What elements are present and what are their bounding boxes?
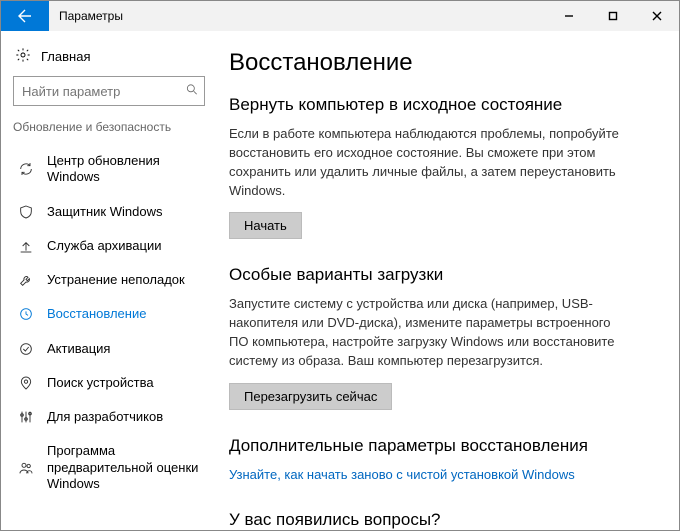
sidebar-item-activation[interactable]: Активация (13, 332, 205, 366)
search-input[interactable] (13, 76, 205, 106)
sidebar-item-windows-update[interactable]: Центр обновления Windows (13, 144, 205, 195)
sidebar-item-defender[interactable]: Защитник Windows (13, 195, 205, 229)
section-reset: Вернуть компьютер в исходное состояние Е… (229, 95, 653, 239)
section-heading: Особые варианты загрузки (229, 265, 653, 285)
back-button[interactable] (1, 1, 49, 31)
section-heading: Дополнительные параметры восстановления (229, 436, 653, 456)
close-button[interactable] (635, 1, 679, 31)
section-label: Обновление и безопасность (13, 120, 205, 134)
sidebar-item-find-device[interactable]: Поиск устройства (13, 366, 205, 400)
titlebar: Параметры (1, 1, 679, 31)
maximize-icon (608, 11, 618, 21)
sidebar-item-label: Поиск устройства (47, 375, 201, 391)
sidebar-item-label: Активация (47, 341, 201, 357)
content[interactable]: Восстановление Вернуть компьютер в исход… (217, 31, 679, 530)
close-icon (652, 11, 662, 21)
sidebar-item-label: Служба архивации (47, 238, 201, 254)
section-heading: Вернуть компьютер в исходное состояние (229, 95, 653, 115)
backup-arrow-icon (17, 238, 35, 254)
clock-history-icon (17, 306, 35, 322)
shield-icon (17, 204, 35, 220)
sliders-icon (17, 409, 35, 425)
sidebar: Главная Обновление и безопасность Центр … (1, 31, 217, 530)
sidebar-item-label: Защитник Windows (47, 204, 201, 220)
section-questions: У вас появились вопросы? Вызов справки (229, 510, 653, 530)
minimize-button[interactable] (547, 1, 591, 31)
search-box (13, 76, 205, 106)
home-label: Главная (41, 49, 90, 64)
window-controls (547, 1, 679, 31)
update-sync-icon (17, 161, 35, 177)
minimize-icon (564, 11, 574, 21)
body: Главная Обновление и безопасность Центр … (1, 31, 679, 530)
sidebar-item-recovery[interactable]: Восстановление (13, 297, 205, 331)
fresh-start-link[interactable]: Узнайте, как начать заново с чистой уста… (229, 467, 575, 482)
sidebar-item-label: Устранение неполадок (47, 272, 201, 288)
window-title: Параметры (49, 1, 133, 31)
reset-start-button[interactable]: Начать (229, 212, 302, 239)
section-body: Запустите систему с устройства или диска… (229, 295, 619, 370)
sidebar-item-label: Для разработчиков (47, 409, 201, 425)
wrench-icon (17, 272, 35, 288)
sidebar-item-developers[interactable]: Для разработчиков (13, 400, 205, 434)
section-advanced-startup: Особые варианты загрузки Запустите систе… (229, 265, 653, 409)
sidebar-item-troubleshoot[interactable]: Устранение неполадок (13, 263, 205, 297)
page-title: Восстановление (229, 49, 653, 77)
section-more-recovery: Дополнительные параметры восстановления … (229, 436, 653, 484)
gear-icon (15, 47, 31, 66)
sidebar-item-label: Центр обновления Windows (47, 153, 201, 186)
maximize-button[interactable] (591, 1, 635, 31)
restart-now-button[interactable]: Перезагрузить сейчас (229, 383, 392, 410)
check-circle-icon (17, 341, 35, 357)
sidebar-item-insider[interactable]: Программа предварительной оценки Windows (13, 434, 205, 501)
sidebar-item-label: Программа предварительной оценки Windows (47, 443, 201, 492)
settings-window: Параметры Главная (0, 0, 680, 531)
users-icon (17, 460, 35, 476)
location-icon (17, 375, 35, 391)
back-arrow-icon (17, 8, 33, 24)
sidebar-item-backup[interactable]: Служба архивации (13, 229, 205, 263)
sidebar-item-label: Восстановление (47, 306, 201, 322)
home-link[interactable]: Главная (13, 43, 205, 76)
section-body: Если в работе компьютера наблюдаются про… (229, 125, 619, 200)
section-heading: У вас появились вопросы? (229, 510, 653, 530)
